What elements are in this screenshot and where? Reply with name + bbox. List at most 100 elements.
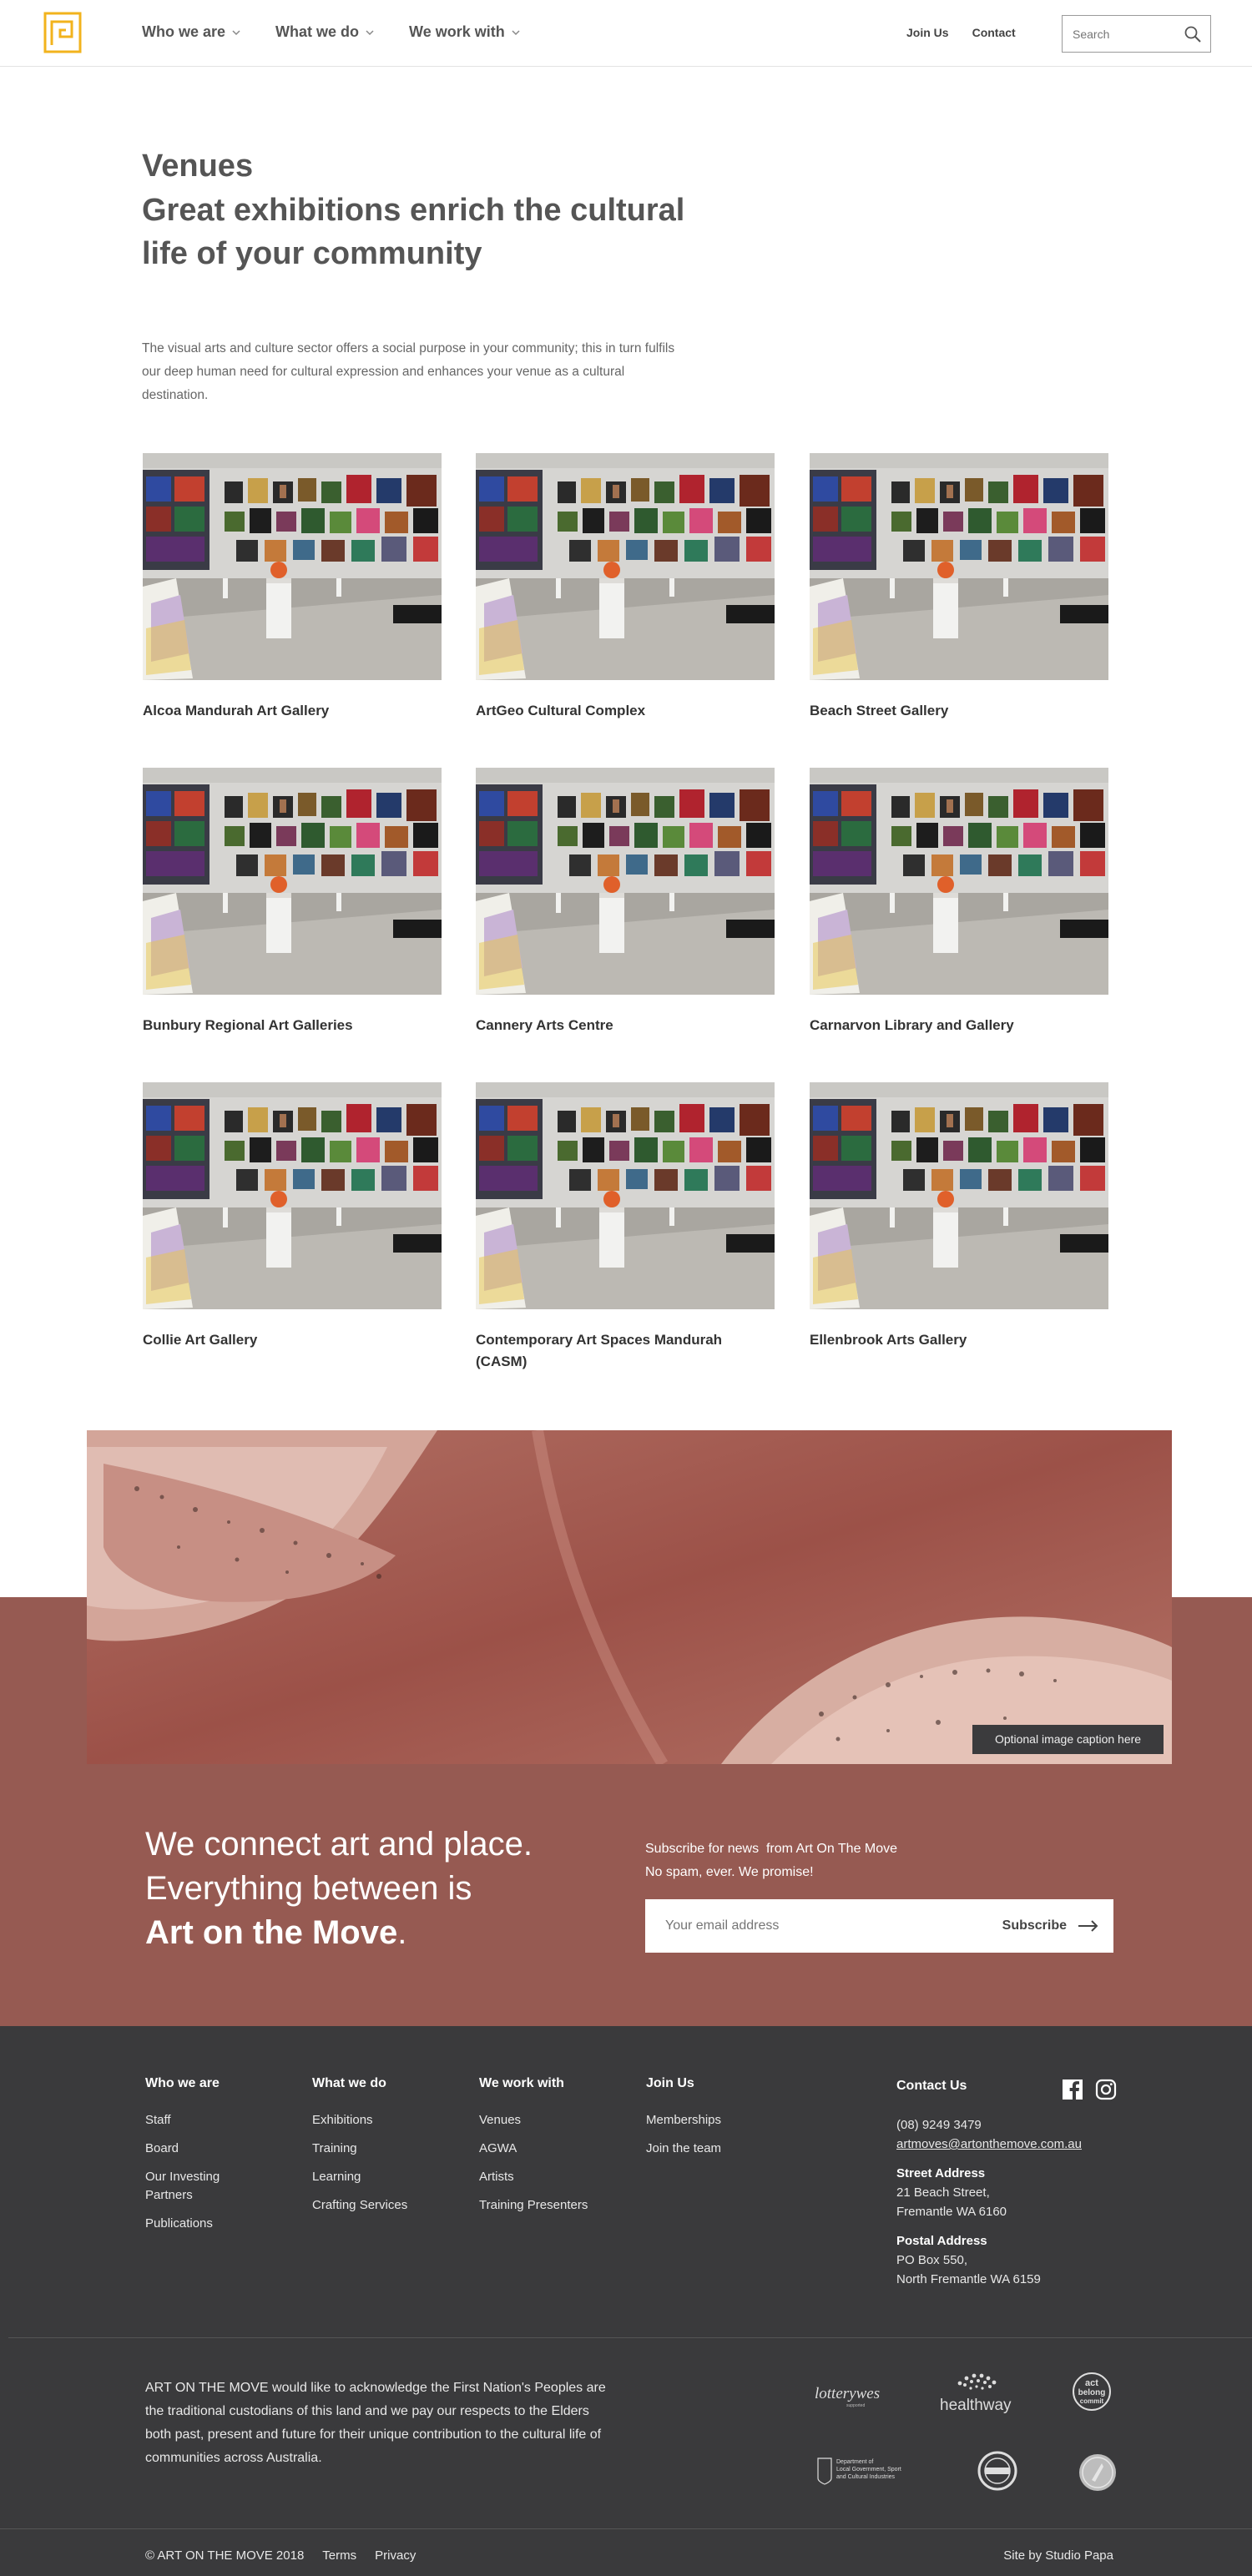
venue-image[interactable] [810, 768, 1108, 995]
venue-image[interactable] [810, 453, 1108, 680]
footer-link[interactable]: Join the team [646, 2140, 721, 2158]
venue-card[interactable]: Cannery Arts Centre [476, 768, 776, 1036]
site-footer: Who we are Staff Board Our Investing Par… [0, 2026, 1252, 2576]
venue-name[interactable]: Cannery Arts Centre [476, 1015, 776, 1036]
footer-link[interactable]: Learning [312, 2168, 407, 2186]
act-belong-commit-line: belong [1078, 2388, 1106, 2397]
venue-name[interactable]: Bunbury Regional Art Galleries [143, 1015, 443, 1036]
footer-link[interactable]: Board [145, 2140, 254, 2158]
venue-name[interactable]: Carnarvon Library and Gallery [810, 1015, 1110, 1036]
dlgsc-line: Department of [836, 2459, 873, 2465]
page-subtitle: Great exhibitions enrich the cultural li… [142, 193, 685, 271]
venue-name[interactable]: Collie Art Gallery [143, 1329, 443, 1351]
venue-name[interactable]: ArtGeo Cultural Complex [476, 700, 776, 722]
social-links [1062, 2079, 1117, 2100]
footer-column-join-us: Join Us Memberships Join the team [646, 2076, 721, 2168]
venue-name[interactable]: Beach Street Gallery [810, 700, 1110, 722]
venue-card[interactable]: Contemporary Art Spaces Mandurah (CASM) [476, 1082, 776, 1373]
acknowledgement-of-country: ART ON THE MOVE would like to acknowledg… [145, 2381, 606, 2465]
postal-address-label: Postal Address [896, 2234, 987, 2248]
join-us-link[interactable]: Join Us [906, 26, 949, 39]
footer-link[interactable]: Crafting Services [312, 2196, 407, 2215]
act-belong-commit-line: commit [1080, 2397, 1104, 2405]
tagline-brand: Art on the Move [145, 1914, 398, 1951]
aerial-landscape-image [87, 1430, 1172, 1764]
healthway-logo[interactable]: healthway [935, 2368, 1018, 2417]
footer-link[interactable]: Our Investing Partners [145, 2168, 254, 2205]
nav-what-we-do[interactable]: What we do [275, 23, 374, 41]
street-address-line: Fremantle WA 6160 [896, 2205, 1007, 2219]
act-belong-commit-line: act [1085, 2378, 1098, 2388]
secondary-nav: Join Us Contact [906, 26, 1016, 39]
venue-name[interactable]: Alcoa Mandurah Art Gallery [143, 700, 443, 722]
site-header: Who we are What we do We work with Join … [0, 0, 1252, 67]
lotterywest-logo[interactable]: lotterywest supported [813, 2378, 880, 2412]
venue-image[interactable] [810, 1082, 1108, 1309]
footer-link[interactable]: Artists [479, 2168, 588, 2186]
footer-link[interactable]: Publications [145, 2215, 254, 2233]
venue-name[interactable]: Ellenbrook Arts Gallery [810, 1329, 1110, 1351]
footer-link[interactable]: Memberships [646, 2111, 721, 2130]
dlgsc-logo[interactable]: Department of Local Government, Sport an… [815, 2453, 923, 2487]
search-icon[interactable] [1184, 25, 1202, 43]
footer-column-we-work-with: We work with Venues AGWA Artists Trainin… [479, 2076, 588, 2225]
venue-name[interactable]: Contemporary Art Spaces Mandurah (CASM) [476, 1329, 776, 1373]
venue-card[interactable]: ArtGeo Cultural Complex [476, 453, 776, 722]
postal-address-line: North Fremantle WA 6159 [896, 2272, 1041, 2286]
email-input[interactable] [665, 1916, 966, 1936]
site-credit[interactable]: Site by Studio Papa [1003, 2548, 1113, 2563]
footer-column-title: Who we are [145, 2076, 220, 2090]
venue-card[interactable]: Beach Street Gallery [810, 453, 1110, 722]
footer-link[interactable]: Exhibitions [312, 2111, 407, 2130]
footer-link[interactable]: Venues [479, 2111, 588, 2130]
footer-link[interactable]: Staff [145, 2111, 254, 2130]
subscribe-intro: Subscribe for news from Art On The Move … [645, 1837, 897, 1884]
act-belong-commit-logo[interactable]: act belong commit [1072, 2372, 1112, 2412]
search-box [1062, 15, 1211, 53]
dlgsc-line: and Cultural Industries [836, 2474, 896, 2480]
seal-logo[interactable] [977, 2450, 1018, 2492]
footer-divider [8, 2337, 1252, 2338]
subscribe-line-2: No spam, ever. We promise! [645, 1865, 814, 1879]
search-input[interactable] [1073, 26, 1173, 43]
nav-we-work-with[interactable]: We work with [409, 23, 520, 41]
venue-image[interactable] [143, 453, 442, 680]
art-on-the-move-logo[interactable] [43, 12, 82, 53]
nav-who-we-are[interactable]: Who we are [142, 23, 240, 41]
arrow-right-icon [1078, 1920, 1098, 1932]
venue-image[interactable] [476, 768, 775, 995]
contact-phone[interactable]: (08) 9249 3479 [896, 2115, 1130, 2135]
venue-image[interactable] [143, 1082, 442, 1309]
footer-contact: Contact Us (08) 9249 3479 artmoves@arton… [896, 2076, 1130, 2289]
contact-link[interactable]: Contact [972, 26, 1016, 39]
footer-link[interactable]: Training [312, 2140, 407, 2158]
venue-card[interactable]: Ellenbrook Arts Gallery [810, 1082, 1110, 1351]
healthway-wordmark: healthway [940, 2397, 1012, 2414]
subscribe-line-1: Subscribe for news from Art On The Move [645, 1842, 898, 1856]
lotterywest-subtext: supported [846, 2403, 865, 2408]
footer-column-title: Join Us [646, 2076, 694, 2090]
venue-image[interactable] [476, 453, 775, 680]
venue-card[interactable]: Collie Art Gallery [143, 1082, 443, 1351]
venue-card[interactable]: Bunbury Regional Art Galleries [143, 768, 443, 1036]
footer-link[interactable]: AGWA [479, 2140, 588, 2158]
tagline-period: . [397, 1914, 407, 1951]
dlgsc-line: Local Government, Sport [836, 2467, 901, 2473]
venue-card[interactable]: Alcoa Mandurah Art Gallery [143, 453, 443, 722]
facebook-icon[interactable] [1062, 2079, 1083, 2100]
nav-label: We work with [409, 23, 505, 40]
subscribe-button[interactable]: Subscribe [1002, 1916, 1098, 1936]
instagram-icon[interactable] [1095, 2079, 1117, 2100]
venue-card[interactable]: Carnarvon Library and Gallery [810, 768, 1110, 1036]
terms-link[interactable]: Terms [322, 2548, 356, 2563]
nav-label: What we do [275, 23, 360, 40]
venue-image[interactable] [476, 1082, 775, 1309]
privacy-link[interactable]: Privacy [375, 2548, 416, 2563]
venue-image[interactable] [143, 768, 442, 995]
emblem-logo[interactable] [1077, 2452, 1118, 2493]
postal-address-line: PO Box 550, [896, 2253, 968, 2267]
contact-email[interactable]: artmoves@artonthemove.com.au [896, 2135, 1130, 2154]
tagline: We connect art and place. Everything bet… [145, 1822, 613, 1955]
footer-link[interactable]: Training Presenters [479, 2196, 588, 2215]
tagline-line-1: We connect art and place. [145, 1826, 533, 1863]
